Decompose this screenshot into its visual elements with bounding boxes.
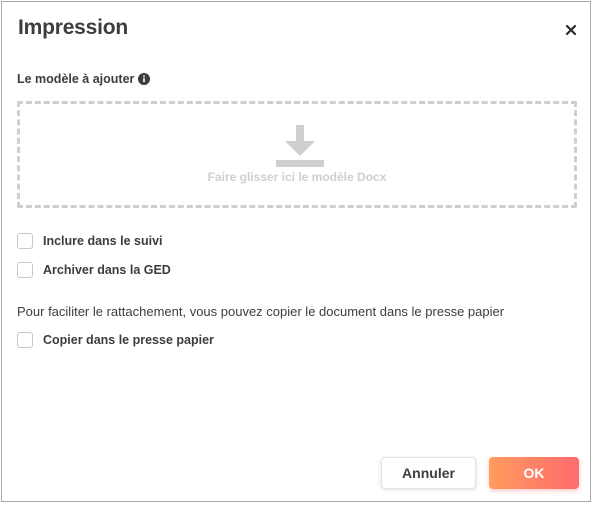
info-circle-icon[interactable] [138, 73, 151, 85]
clipboard-info-text: Pour faciliter le rattachement, vous pou… [17, 304, 505, 319]
archive-ged-label: Archiver dans la GED [43, 263, 171, 277]
docx-dropzone[interactable]: Faire glisser ici le modèle Docx [17, 101, 577, 208]
dialog-title: Impression [18, 16, 129, 39]
include-tracking-checkbox[interactable] [17, 233, 33, 249]
model-label: Le modèle à ajouter [17, 72, 151, 86]
archive-ged-option[interactable]: Archiver dans la GED [17, 262, 171, 278]
copy-clipboard-checkbox[interactable] [17, 332, 33, 348]
dropzone-text: Faire glisser ici le modèle Docx [207, 170, 387, 184]
copy-clipboard-label: Copier dans le presse papier [43, 333, 214, 347]
close-icon[interactable] [564, 23, 578, 37]
cancel-button[interactable]: Annuler [381, 457, 476, 489]
model-label-text: Le modèle à ajouter [17, 72, 135, 86]
copy-clipboard-option[interactable]: Copier dans le presse papier [17, 332, 214, 348]
include-tracking-option[interactable]: Inclure dans le suivi [17, 233, 163, 249]
print-dialog: Impression Le modèle à ajouter Faire gli… [1, 1, 591, 502]
include-tracking-label: Inclure dans le suivi [43, 234, 163, 248]
archive-ged-checkbox[interactable] [17, 262, 33, 278]
ok-button[interactable]: OK [489, 457, 579, 489]
download-icon [276, 123, 324, 169]
